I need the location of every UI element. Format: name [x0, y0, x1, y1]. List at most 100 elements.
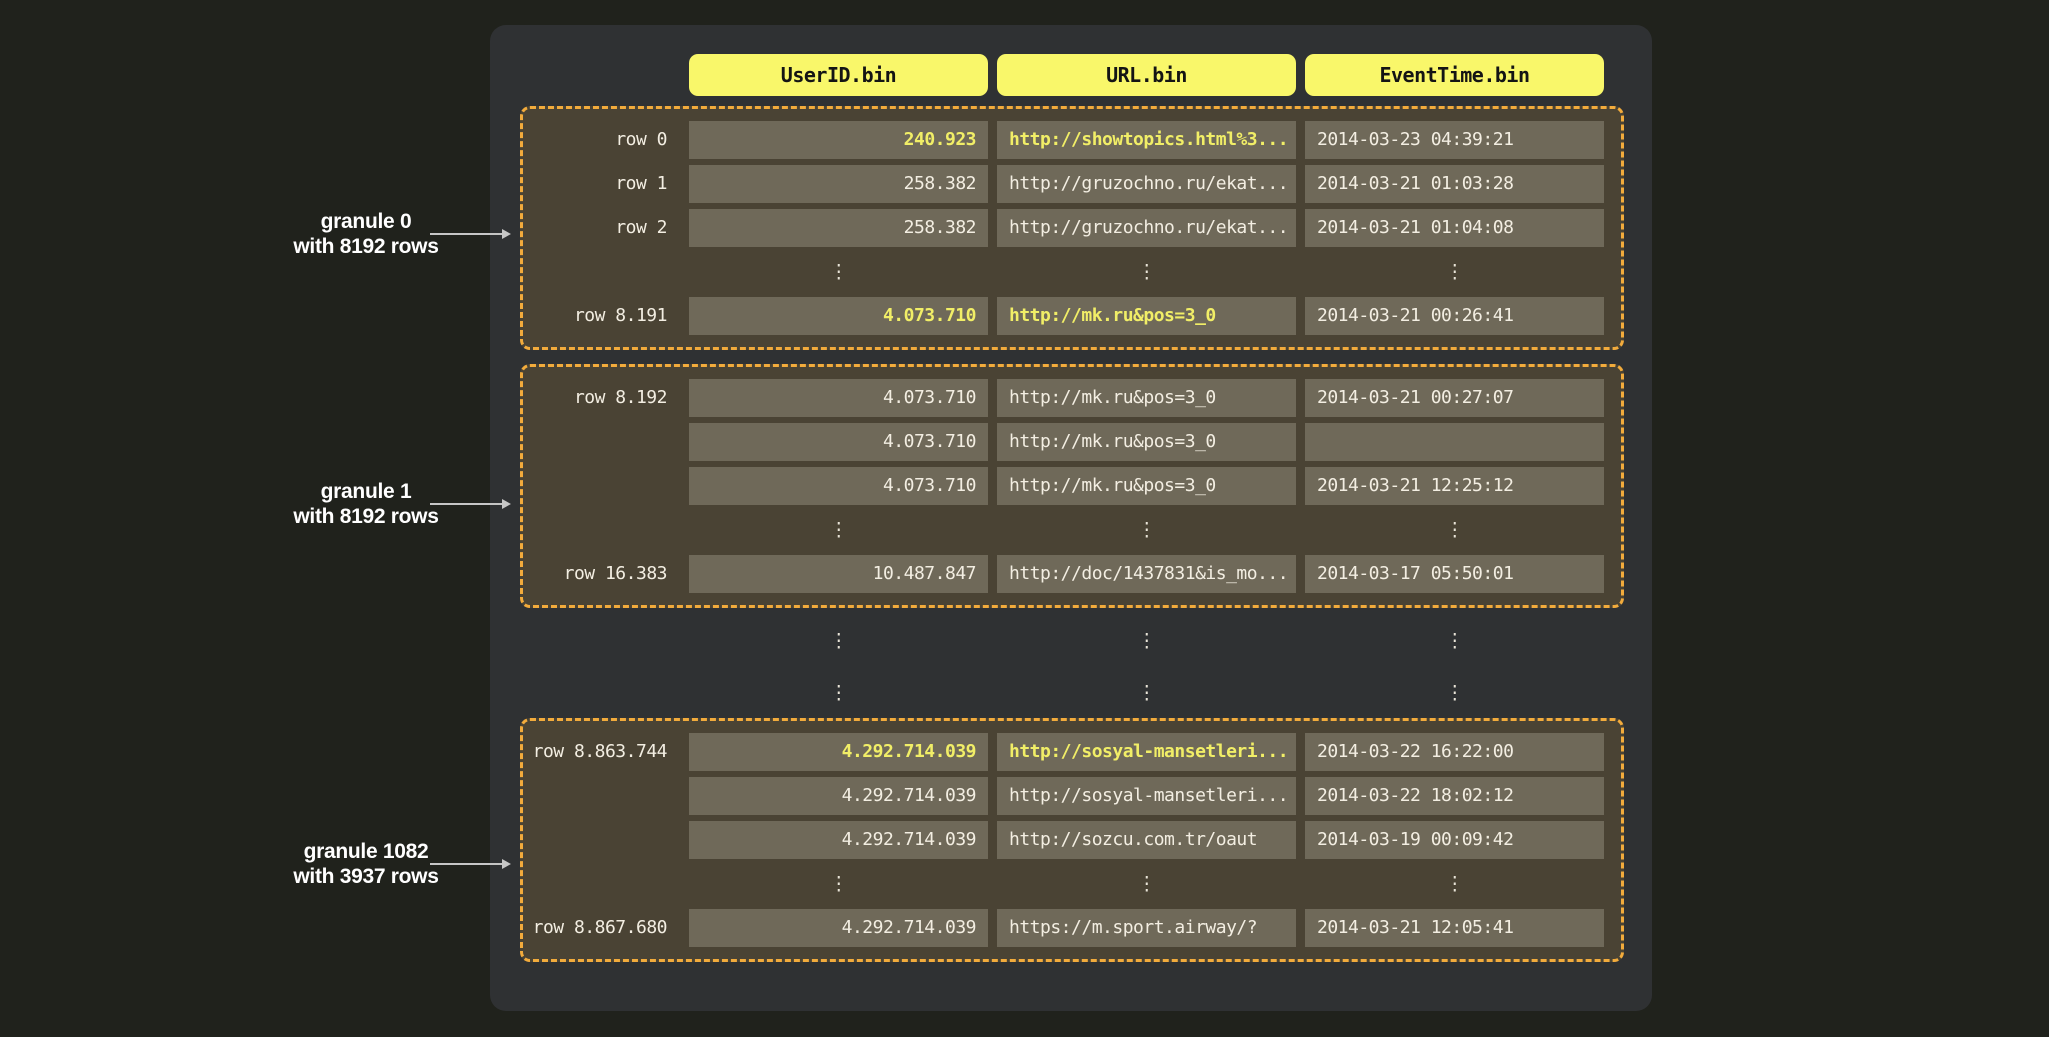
url-cell: https://m.sport.airway/?: [997, 909, 1296, 947]
granule-label-line: with 8192 rows: [216, 504, 516, 529]
granule-label-line: with 8192 rows: [216, 234, 516, 259]
ellipsis-icon: ⋮: [1305, 511, 1604, 549]
column-header-url: URL.bin: [997, 54, 1296, 96]
row-label: row 0: [523, 121, 689, 159]
url-cell: http://mk.ru&pos=3_0: [997, 423, 1296, 461]
url-cell: http://doc/1437831&is_mo...: [997, 555, 1296, 593]
table-row: 4.292.714.039 http://sozcu.com.tr/oaut 2…: [523, 821, 1621, 859]
userid-cell: 4.073.710: [689, 379, 988, 417]
granule-0-box: row 0 240.923 http://showtopics.html%3..…: [520, 106, 1624, 350]
data-part-panel: UserID.bin URL.bin EventTime.bin row 0 2…: [490, 25, 1652, 1011]
userid-cell: 10.487.847: [689, 555, 988, 593]
table-row: row 8.192 4.073.710 http://mk.ru&pos=3_0…: [523, 379, 1621, 417]
userid-cell: 4.073.710: [689, 467, 988, 505]
granule-table: row 0 240.923 http://showtopics.html%3..…: [520, 106, 1624, 976]
eventtime-cell: 2014-03-22 16:22:00: [1305, 733, 1604, 771]
table-row: row 16.383 10.487.847 http://doc/1437831…: [523, 555, 1621, 593]
eventtime-cell: 2014-03-19 00:09:42: [1305, 821, 1604, 859]
eventtime-cell: 2014-03-21 01:03:28: [1305, 165, 1604, 203]
table-row: row 1 258.382 http://gruzochno.ru/ekat..…: [523, 165, 1621, 203]
ellipsis-icon: ⋮: [1305, 865, 1604, 903]
ellipsis-icon: ⋮: [1305, 674, 1604, 712]
granule-1082-arrow-icon: [430, 863, 502, 865]
userid-cell: 4.292.714.039: [689, 821, 988, 859]
granule-0-arrow-icon: [430, 233, 502, 235]
eventtime-cell: 2014-03-21 00:26:41: [1305, 297, 1604, 335]
ellipsis-row: ⋮ ⋮ ⋮: [520, 622, 1624, 660]
column-header-eventtime: EventTime.bin: [1305, 54, 1604, 96]
row-label: row 16.383: [523, 555, 689, 593]
eventtime-cell: 2014-03-21 12:25:12: [1305, 467, 1604, 505]
granule-label-line: granule 1: [216, 479, 516, 504]
ellipsis-icon: ⋮: [997, 622, 1296, 660]
eventtime-cell: 2014-03-21 01:04:08: [1305, 209, 1604, 247]
url-cell: http://sosyal-mansetleri...: [997, 777, 1296, 815]
granule-label-line: granule 1082: [216, 839, 516, 864]
ellipsis-icon: ⋮: [997, 253, 1296, 291]
ellipsis-icon: ⋮: [689, 865, 988, 903]
granule-label-line: with 3937 rows: [216, 864, 516, 889]
row-label: [523, 511, 689, 549]
row-label: row 8.191: [523, 297, 689, 335]
table-row: 4.292.714.039 http://sosyal-mansetleri..…: [523, 777, 1621, 815]
ellipsis-row: ⋮ ⋮ ⋮: [520, 674, 1624, 712]
eventtime-cell: 2014-03-23 04:39:21: [1305, 121, 1604, 159]
granule-1-box: row 8.192 4.073.710 http://mk.ru&pos=3_0…: [520, 364, 1624, 608]
url-cell: http://mk.ru&pos=3_0: [997, 467, 1296, 505]
ellipsis-icon: ⋮: [689, 674, 988, 712]
row-label: [523, 777, 689, 815]
ellipsis-row: ⋮ ⋮ ⋮: [523, 253, 1621, 291]
userid-cell: 4.073.710: [689, 423, 988, 461]
url-cell: http://sosyal-mansetleri...: [997, 733, 1296, 771]
table-row: row 8.863.744 4.292.714.039 http://sosya…: [523, 733, 1621, 771]
eventtime-cell: 2014-03-21 12:05:41: [1305, 909, 1604, 947]
row-label: [523, 674, 689, 712]
userid-cell: 258.382: [689, 209, 988, 247]
table-row: 4.073.710 http://mk.ru&pos=3_0: [523, 423, 1621, 461]
granule-1-arrow-icon: [430, 503, 502, 505]
url-cell: http://showtopics.html%3...: [997, 121, 1296, 159]
table-row: row 8.867.680 4.292.714.039 https://m.sp…: [523, 909, 1621, 947]
column-header-userid: UserID.bin: [689, 54, 988, 96]
url-cell: http://mk.ru&pos=3_0: [997, 379, 1296, 417]
url-cell: http://sozcu.com.tr/oaut: [997, 821, 1296, 859]
table-row: 4.073.710 http://mk.ru&pos=3_0 2014-03-2…: [523, 467, 1621, 505]
eventtime-cell: 2014-03-21 00:27:07: [1305, 379, 1604, 417]
table-row: row 0 240.923 http://showtopics.html%3..…: [523, 121, 1621, 159]
eventtime-cell: 2014-03-17 05:50:01: [1305, 555, 1604, 593]
ellipsis-row: ⋮ ⋮ ⋮: [523, 865, 1621, 903]
row-label: [523, 423, 689, 461]
row-label: [523, 821, 689, 859]
row-label: row 8.192: [523, 379, 689, 417]
row-label: [523, 622, 689, 660]
ellipsis-icon: ⋮: [997, 511, 1296, 549]
ellipsis-icon: ⋮: [1305, 622, 1604, 660]
url-cell: http://mk.ru&pos=3_0: [997, 297, 1296, 335]
userid-cell: 4.292.714.039: [689, 733, 988, 771]
userid-cell: 4.292.714.039: [689, 777, 988, 815]
eventtime-cell: [1305, 423, 1604, 461]
userid-cell: 4.292.714.039: [689, 909, 988, 947]
column-headers: UserID.bin URL.bin EventTime.bin: [689, 54, 1604, 96]
ellipsis-icon: ⋮: [689, 622, 988, 660]
ellipsis-icon: ⋮: [997, 674, 1296, 712]
row-label: row 8.863.744: [523, 733, 689, 771]
ellipsis-icon: ⋮: [689, 253, 988, 291]
userid-cell: 258.382: [689, 165, 988, 203]
ellipsis-icon: ⋮: [997, 865, 1296, 903]
row-label: row 2: [523, 209, 689, 247]
granule-label-line: granule 0: [216, 209, 516, 234]
row-label: [523, 467, 689, 505]
userid-cell: 4.073.710: [689, 297, 988, 335]
clickhouse-granules-diagram: { "colors": { "page_bg": "#20221c", "pan…: [0, 0, 2049, 1037]
row-label: row 8.867.680: [523, 909, 689, 947]
table-row: row 8.191 4.073.710 http://mk.ru&pos=3_0…: [523, 297, 1621, 335]
table-row: row 2 258.382 http://gruzochno.ru/ekat..…: [523, 209, 1621, 247]
granule-1082-box: row 8.863.744 4.292.714.039 http://sosya…: [520, 718, 1624, 962]
row-label: [523, 253, 689, 291]
ellipsis-row: ⋮ ⋮ ⋮: [523, 511, 1621, 549]
row-label: row 1: [523, 165, 689, 203]
userid-cell: 240.923: [689, 121, 988, 159]
ellipsis-icon: ⋮: [1305, 253, 1604, 291]
url-cell: http://gruzochno.ru/ekat...: [997, 165, 1296, 203]
